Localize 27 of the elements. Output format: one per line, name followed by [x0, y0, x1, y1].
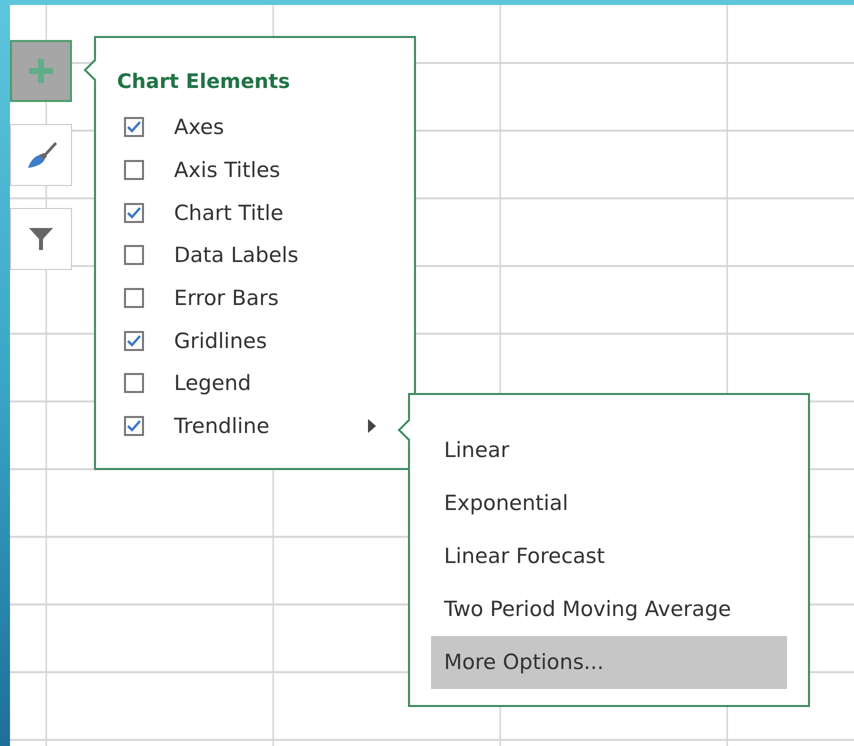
- checkbox[interactable]: [124, 416, 144, 436]
- submenu-arrow-icon[interactable]: [368, 418, 376, 433]
- checkbox[interactable]: [124, 160, 144, 180]
- filter-icon: [28, 226, 54, 252]
- menu-item[interactable]: Exponential: [431, 477, 787, 530]
- menu-item[interactable]: Two Period Moving Average: [431, 583, 787, 636]
- menu-item[interactable]: Linear: [431, 424, 787, 477]
- chart-style-button[interactable]: [10, 124, 72, 186]
- checkbox[interactable]: [124, 288, 144, 308]
- element-label[interactable]: Error Bars: [174, 286, 279, 310]
- element-label[interactable]: Axes: [174, 115, 224, 140]
- element-label[interactable]: Chart Title: [174, 200, 284, 225]
- checkbox[interactable]: [124, 330, 144, 351]
- checkbox[interactable]: [124, 202, 144, 223]
- menu-item[interactable]: More Options...: [431, 636, 787, 689]
- element-label[interactable]: Gridlines: [174, 328, 267, 353]
- menu-item[interactable]: Linear Forecast: [431, 530, 787, 583]
- element-label[interactable]: Data Labels: [174, 243, 298, 268]
- checkbox[interactable]: [124, 373, 144, 394]
- panel-title: Chart Elements: [117, 68, 291, 95]
- chart-filter-button[interactable]: [10, 208, 72, 270]
- element-label[interactable]: Legend: [174, 371, 252, 396]
- element-label[interactable]: Axis Titles: [174, 158, 280, 182]
- checkbox[interactable]: [124, 117, 144, 138]
- element-label[interactable]: Trendline: [174, 414, 270, 438]
- plus-icon: [29, 59, 53, 83]
- checkbox[interactable]: [124, 245, 144, 266]
